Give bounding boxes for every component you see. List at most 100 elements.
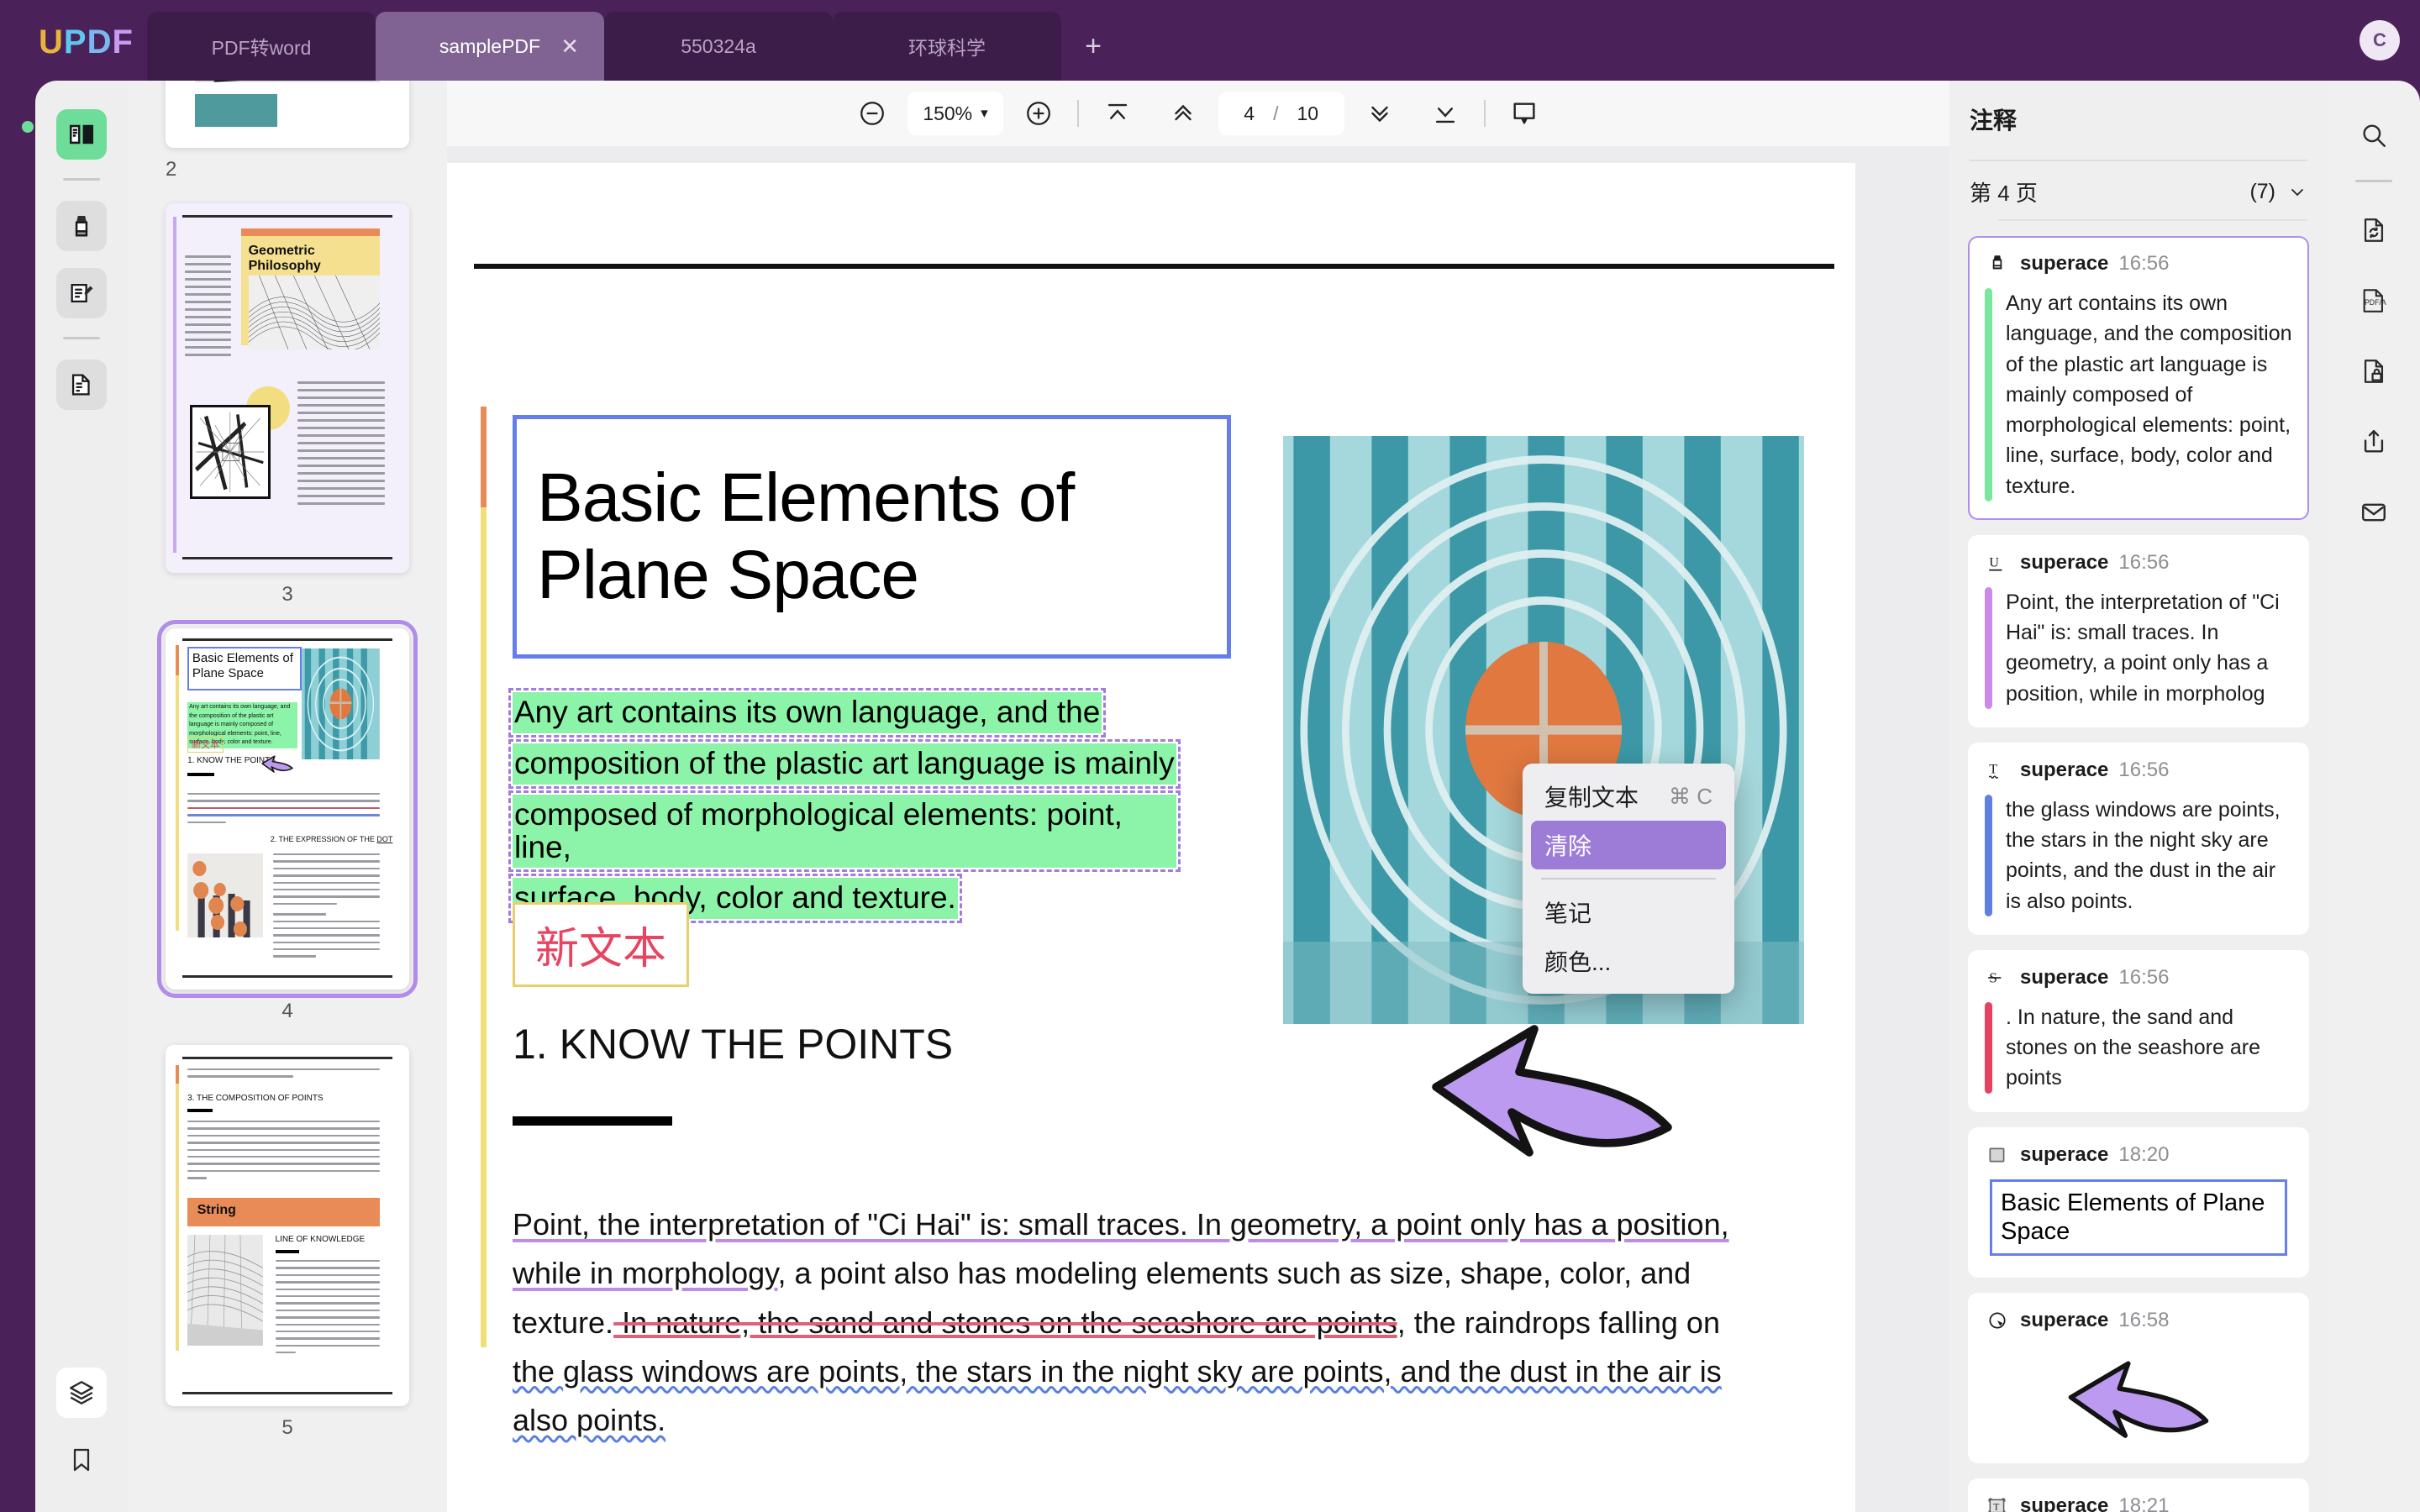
- zoom-in-button[interactable]: [1015, 90, 1062, 137]
- tab-550324a[interactable]: 550324a: [604, 12, 833, 81]
- annotations-page-group-header[interactable]: 第 4 页 (7): [1949, 161, 2328, 216]
- thumbnail-number: 3: [281, 583, 293, 606]
- annotations-list[interactable]: superace 16:56 Any art contains its own …: [1949, 221, 2328, 1512]
- page-canvas[interactable]: Basic Elements of Plane Space Any art co…: [447, 146, 1949, 1512]
- annotation-card-ink[interactable]: superace 16:58: [1968, 1293, 2309, 1464]
- context-menu-item-note[interactable]: 笔记: [1523, 888, 1734, 937]
- thumbnail-page-4[interactable]: Basic Elements of Plane Space Any art con…: [157, 620, 418, 998]
- page-side-stripe-yellow: [481, 407, 487, 1347]
- page-number-input[interactable]: 4 / 10: [1218, 92, 1344, 135]
- annotation-card-rectangle[interactable]: superace 18:20 Basic Elements of Plane S…: [1968, 1126, 2309, 1278]
- tab-samplepdf[interactable]: samplePDF ✕: [376, 12, 604, 81]
- annotation-card-body: the glass windows are points, the stars …: [1985, 794, 2292, 916]
- right-rail-item-search[interactable]: [2348, 109, 2400, 161]
- annotations-count: (7): [2249, 180, 2275, 203]
- body-paragraph[interactable]: Point, the interpretation of "Ci Hai" is…: [513, 1200, 1748, 1446]
- sidebar-item-organize-pages[interactable]: [56, 360, 107, 410]
- annotation-time: 16:56: [2118, 965, 2170, 989]
- right-rail-item-convert[interactable]: [2348, 204, 2400, 256]
- last-page-button[interactable]: [1422, 90, 1469, 137]
- annotation-time: 18:20: [2118, 1142, 2170, 1166]
- annotation-author: superace: [2020, 1309, 2109, 1332]
- rail-divider-1: [63, 178, 100, 181]
- thumbnail-page-3[interactable]: Geometric Philosophy: [166, 203, 409, 573]
- ink-arrow-annotation[interactable]: [1418, 1011, 1686, 1163]
- annotation-card-header: superace 18:20: [1985, 1142, 2292, 1168]
- right-rail-item-email[interactable]: [2348, 486, 2400, 538]
- title-rectangle-annotation[interactable]: Basic Elements of Plane Space: [513, 415, 1231, 659]
- annotation-author: superace: [2020, 758, 2109, 781]
- page-title: Basic Elements of Plane Space: [537, 459, 1075, 613]
- document-toolbar: 150% ▾ 4 / 10: [447, 81, 1949, 146]
- rectangle-icon: [1985, 1142, 2010, 1168]
- document-viewer: 150% ▾ 4 / 10 Basic Elements of Plane Sp…: [447, 81, 1949, 1512]
- svg-text:PDF/A: PDF/A: [2365, 298, 2386, 307]
- presentation-mode-button[interactable]: [1501, 90, 1548, 137]
- sidebar-item-highlighter[interactable]: [56, 201, 107, 251]
- context-menu[interactable]: 复制文本 ⌘ C 清除 笔记 颜色...: [1523, 764, 1734, 994]
- sidebar-item-annotate[interactable]: [56, 268, 107, 318]
- next-page-button[interactable]: [1356, 90, 1403, 137]
- pdf-a-icon: PDF/A: [2360, 286, 2388, 315]
- context-menu-item-clear[interactable]: 清除: [1531, 821, 1726, 869]
- annotation-time: 16:58: [2118, 1309, 2170, 1332]
- annotation-card-header: T superace 16:56: [1985, 758, 2292, 783]
- annotations-count-group: (7): [2249, 180, 2307, 204]
- annotation-author: superace: [2020, 1142, 2109, 1166]
- textbox-icon: T: [1985, 1494, 2010, 1512]
- annotation-card-highlight[interactable]: superace 16:56 Any art contains its own …: [1968, 236, 2309, 520]
- sidebar-item-reader-mode[interactable]: [56, 109, 107, 160]
- right-rail-item-protect[interactable]: [2348, 345, 2400, 397]
- paragraph-plain-2: , the raindrops falling on: [1397, 1305, 1720, 1340]
- tab-close-icon[interactable]: ✕: [560, 35, 579, 57]
- zoom-out-button[interactable]: [849, 90, 896, 137]
- first-page-button[interactable]: [1094, 90, 1141, 137]
- zoom-level-select[interactable]: 150% ▾: [908, 92, 1003, 135]
- svg-text:U: U: [1989, 554, 1999, 570]
- thumbnail-page-2[interactable]: [166, 81, 409, 148]
- sidebar-item-layers[interactable]: [56, 1368, 107, 1418]
- search-icon: [2360, 121, 2388, 150]
- status-dot: [22, 121, 34, 133]
- tab-strip: PDF转word samplePDF ✕ 550324a 环球科学 +: [147, 12, 1125, 81]
- context-menu-item-copy-text[interactable]: 复制文本 ⌘ C: [1523, 772, 1734, 821]
- bookmark-icon: [68, 1446, 95, 1473]
- highlight-line: composition of the plastic art language …: [508, 738, 1181, 789]
- total-pages-value: 10: [1297, 102, 1319, 124]
- highlighted-paragraph[interactable]: Any art contains its own language, and t…: [508, 688, 1181, 929]
- annotation-card-squiggly[interactable]: T superace 16:56 the glass windows are p…: [1968, 742, 2309, 935]
- annotation-time: 16:56: [2118, 758, 2170, 781]
- annotation-time: 16:56: [2118, 550, 2170, 574]
- annotation-card-header: T superace 18:21: [1985, 1494, 2292, 1512]
- thumbnail-number: 2: [166, 158, 177, 181]
- annotation-card-strikethrough[interactable]: S superace 16:56 . In nature, the sand a…: [1968, 949, 2309, 1112]
- avatar[interactable]: C: [2360, 20, 2400, 60]
- context-menu-item-color[interactable]: 颜色...: [1523, 937, 1734, 985]
- strikethrough-annotation-text: In nature, the sand and stones on the se…: [613, 1305, 1397, 1340]
- chevron-down-icon[interactable]: [2287, 182, 2307, 202]
- context-item-shortcut: ⌘ C: [1669, 783, 1712, 809]
- new-tab-button[interactable]: +: [1061, 12, 1125, 81]
- annotation-card-header: U superace 16:56: [1985, 550, 2292, 575]
- right-rail-item-share[interactable]: [2348, 416, 2400, 468]
- current-page-value: 4: [1244, 102, 1255, 124]
- annotation-card-textbox[interactable]: T superace 18:21 新文本: [1968, 1478, 2309, 1512]
- annotation-text: the glass windows are points, the stars …: [2006, 797, 2281, 913]
- page-top-rule: [474, 264, 1834, 269]
- file-convert-icon: [2360, 216, 2388, 244]
- thumbnail-page-5[interactable]: 3. THE COMPOSITION OF POINTS String LINE…: [166, 1045, 409, 1406]
- previous-page-button[interactable]: [1160, 90, 1207, 137]
- right-rail-divider: [2355, 180, 2392, 182]
- section-heading-1-rule: [513, 1116, 672, 1126]
- tab-huanqiukexue[interactable]: 环球科学: [833, 12, 1061, 81]
- underline-icon: U: [1985, 550, 2010, 575]
- tab-pdf-to-word[interactable]: PDF转word: [147, 12, 376, 81]
- right-rail-item-pdfa[interactable]: PDF/A: [2348, 275, 2400, 327]
- highlighter-icon: [67, 212, 96, 240]
- sidebar-item-bookmarks[interactable]: [56, 1435, 107, 1485]
- textbox-annotation[interactable]: 新文本: [513, 902, 690, 987]
- annotations-panel-title: 注释: [1970, 108, 2018, 134]
- annotation-text: . In nature, the sand and stones on the …: [2006, 1005, 2260, 1090]
- page-thumbnail-sidebar[interactable]: 2 Geometric Philosophy 3 Basic Elements …: [128, 81, 447, 1512]
- annotation-card-underline[interactable]: U superace 16:56 Point, the interpretati…: [1968, 534, 2309, 727]
